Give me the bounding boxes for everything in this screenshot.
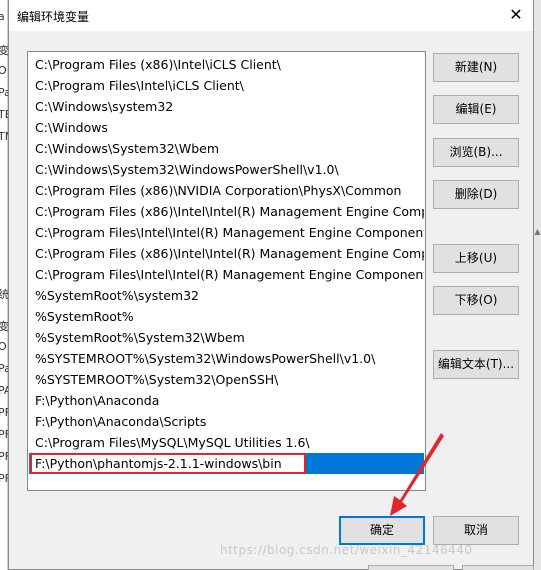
background-label: PF — [0, 406, 8, 419]
list-item[interactable]: C:\Program Files (x86)\Intel\Intel(R) Ma… — [29, 243, 424, 264]
list-item[interactable]: C:\Program Files\Intel\Intel(R) Manageme… — [29, 264, 424, 285]
background-button-edge — [462, 565, 534, 570]
background-label: Pa — [0, 86, 8, 99]
edit-environment-variable-dialog: 编辑环境变量 ✕ C:\Program Files (x86)\Intel\iC… — [8, 0, 534, 570]
ok-button[interactable]: 确定 — [339, 516, 425, 545]
scroll-up-icon[interactable]: ▲ — [534, 226, 541, 238]
background-label: O — [0, 340, 7, 353]
browse-button[interactable]: 浏览(B)... — [433, 138, 519, 167]
background-label: PA — [0, 384, 8, 397]
background-label: 变 — [0, 320, 8, 333]
list-item[interactable]: C:\Program Files\Intel\Intel(R) Manageme… — [29, 222, 424, 243]
list-item[interactable]: F:\Python\Anaconda — [29, 390, 424, 411]
cancel-button[interactable]: 取消 — [433, 516, 519, 545]
title-bar[interactable]: 编辑环境变量 ✕ — [9, 0, 533, 31]
list-item[interactable]: %SystemRoot%\System32\Wbem — [29, 327, 424, 348]
background-label: Pa — [0, 362, 8, 375]
list-item[interactable]: F:\Python\Anaconda\Scripts — [29, 411, 424, 432]
list-item[interactable]: C:\Windows\System32\WindowsPowerShell\v1… — [29, 159, 424, 180]
background-label: PF — [0, 428, 8, 441]
background-label: 变 — [0, 44, 8, 57]
background-label: TE — [0, 108, 8, 121]
edit-text-button[interactable]: 编辑文本(T)... — [433, 350, 519, 379]
list-item[interactable]: F:\Python\phantomjs-2.1.1-windows\bin — [29, 453, 424, 474]
list-item[interactable]: C:\Windows\system32 — [29, 96, 424, 117]
list-item[interactable]: C:\Windows — [29, 117, 424, 138]
list-item[interactable]: C:\Program Files (x86)\NVIDIA Corporatio… — [29, 180, 424, 201]
list-item[interactable]: %SystemRoot% — [29, 306, 424, 327]
background-label: 统 — [0, 288, 8, 301]
edit-button[interactable]: 编辑(E) — [433, 95, 519, 124]
list-item[interactable]: %SystemRoot%\system32 — [29, 285, 424, 306]
list-item[interactable]: %SYSTEMROOT%\System32\OpenSSH\ — [29, 369, 424, 390]
list-item[interactable]: C:\Program Files\MySQL\MySQL Utilities 1… — [29, 432, 424, 453]
new-button[interactable]: 新建(N) — [433, 53, 519, 82]
move-up-button[interactable]: 上移(U) — [433, 244, 519, 273]
selected-path-text[interactable]: F:\Python\phantomjs-2.1.1-windows\bin — [30, 453, 306, 474]
background-label: TN — [0, 130, 8, 143]
list-item[interactable]: C:\Program Files (x86)\Intel\Intel(R) Ma… — [29, 201, 424, 222]
dialog-title: 编辑环境变量 — [17, 10, 90, 24]
background-label: PF — [0, 450, 8, 463]
list-item[interactable]: C:\Program Files\Intel\iCLS Client\ — [29, 75, 424, 96]
delete-button[interactable]: 删除(D) — [433, 180, 519, 209]
list-item[interactable]: %SYSTEMROOT%\System32\WindowsPowerShell\… — [29, 348, 424, 369]
background-label: a — [0, 10, 5, 23]
path-list[interactable]: C:\Program Files (x86)\Intel\iCLS Client… — [27, 51, 426, 491]
list-item[interactable]: C:\Program Files (x86)\Intel\iCLS Client… — [29, 54, 424, 75]
background-button-edge — [368, 565, 454, 570]
background-label: PF — [0, 472, 8, 485]
close-icon[interactable]: ✕ — [501, 1, 531, 29]
move-down-button[interactable]: 下移(O) — [433, 286, 519, 315]
watermark: https://blog.csdn.net/weixin_42146440 — [220, 543, 473, 557]
background-label: O — [0, 64, 7, 77]
list-item[interactable]: C:\Windows\System32\Wbem — [29, 138, 424, 159]
background-scrollbar[interactable]: ▲ — [534, 0, 541, 570]
